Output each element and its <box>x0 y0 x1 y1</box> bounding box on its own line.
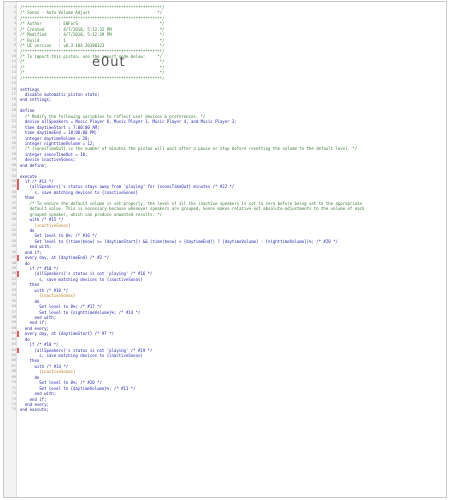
line-number: 75 <box>11 407 16 412</box>
code-lines: 1/**************************************… <box>4 5 446 413</box>
code-line: 75 end execute; <box>4 407 446 412</box>
import-code-logo: e0ut <box>92 54 126 70</box>
code-text: end execute; <box>20 407 49 413</box>
code-viewer: 1/**************************************… <box>3 1 447 498</box>
